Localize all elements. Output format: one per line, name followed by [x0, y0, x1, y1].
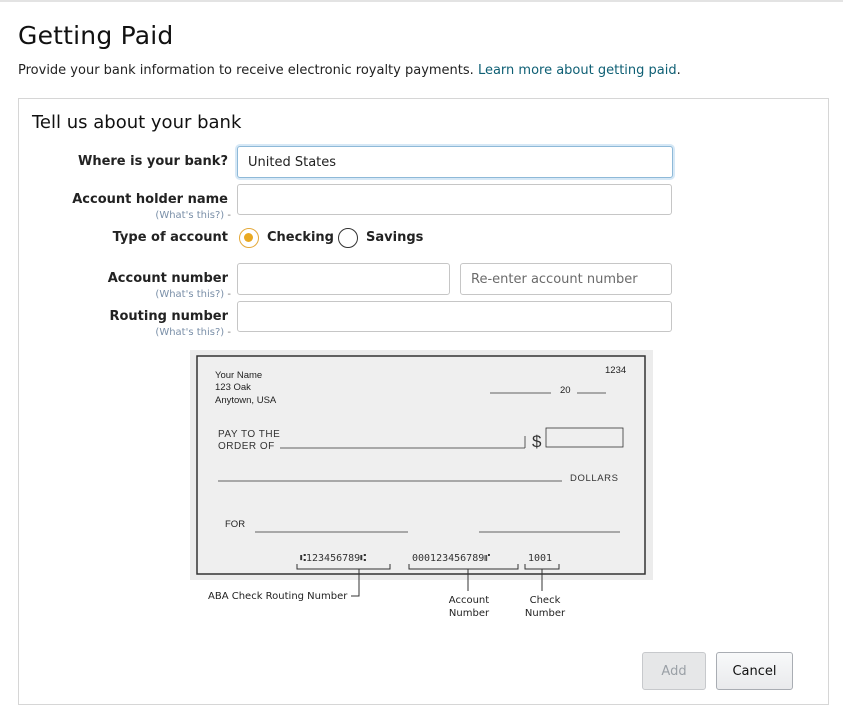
bank-form-panel: Tell us about your bank Where is your ba…	[18, 98, 829, 705]
top-divider	[0, 0, 843, 2]
intro-description: Provide your bank information to receive…	[18, 63, 474, 78]
account-caption-line2: Number	[448, 608, 490, 619]
intro-period: .	[676, 63, 681, 78]
intro-text: Provide your bank information to receive…	[18, 63, 681, 78]
account-caption-line1: Account	[448, 595, 490, 606]
learn-more-link[interactable]: Learn more about getting paid	[478, 63, 677, 78]
page-title: Getting Paid	[18, 21, 174, 50]
routing-pointer	[351, 569, 360, 597]
check-caption-line2: Number	[524, 608, 566, 619]
account-caption: Account Number	[439, 594, 499, 620]
check-number-caption: Check Number	[515, 594, 575, 620]
add-button[interactable]: Add	[642, 652, 706, 690]
routing-caption: ABA Check Routing Number	[208, 591, 348, 602]
check-caption-line1: Check	[529, 595, 561, 606]
caption-pointers	[351, 569, 543, 597]
cancel-button[interactable]: Cancel	[716, 652, 793, 690]
